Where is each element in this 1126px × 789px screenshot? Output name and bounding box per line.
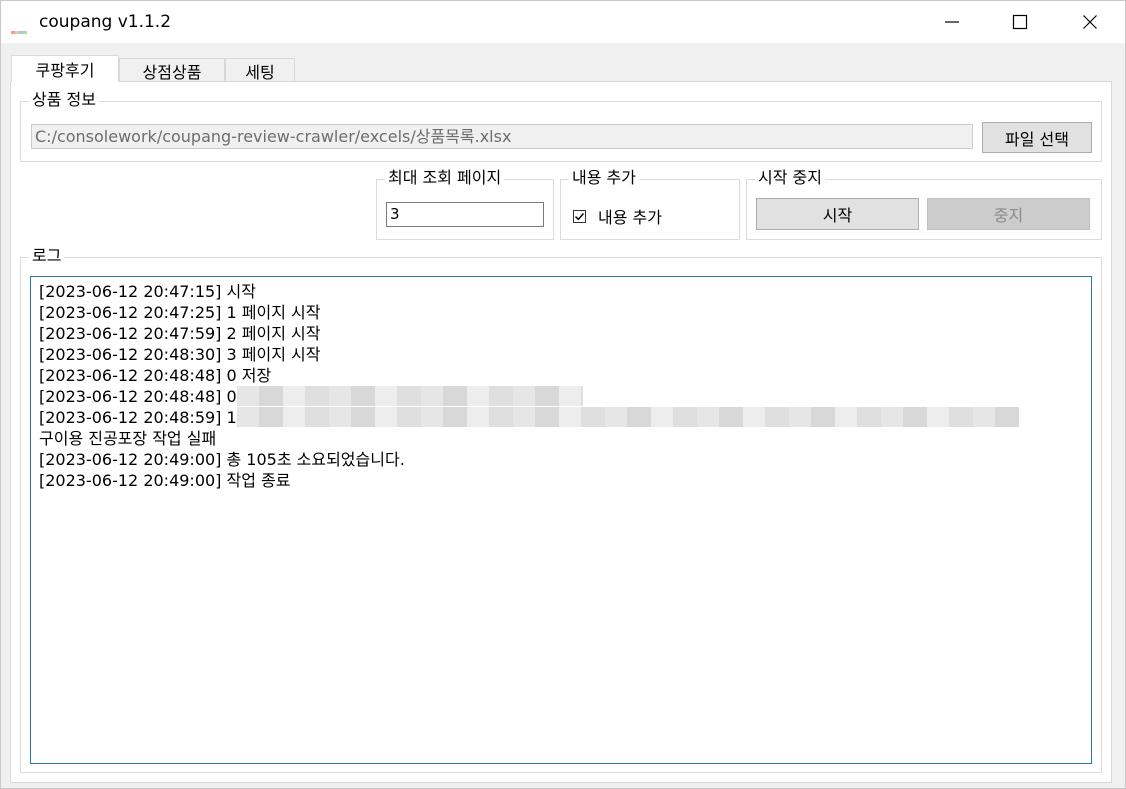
maximize-button[interactable] [997,1,1043,43]
file-select-button[interactable]: 파일 선택 [982,122,1092,153]
app-window: coupang v1.1.2 쿠팡후기 상점상품 세팅 상품 정보 C:/con… [0,0,1126,789]
minimize-button[interactable] [929,1,975,43]
start-stop-legend: 시작 중지 [755,168,825,188]
close-button[interactable] [1067,1,1113,43]
maximize-icon [1012,14,1028,30]
log-line: [2023-06-12 20:47:59] 2 페이지 시작 [39,324,321,343]
log-line: [2023-06-12 20:47:15] 시작 [39,282,256,301]
add-content-checkbox-label: 내용 추가 [598,208,662,227]
redacted-blur [236,386,583,406]
log-line-redacted: [2023-06-12 20:48:48] 0 [39,386,1091,407]
log-line-text: [2023-06-12 20:48:48] 0 [39,387,237,406]
close-icon [1083,15,1097,29]
max-pages-input[interactable]: 3 [386,202,544,227]
log-line-redacted: [2023-06-12 20:48:59] 1 [39,407,1091,428]
stop-button[interactable]: 중지 [927,198,1090,230]
tab-panel: 상품 정보 C:/consolework/coupang-review-craw… [10,81,1112,783]
max-pages-legend: 최대 조회 페이지 [385,168,505,188]
log-line: [2023-06-12 20:49:00] 작업 종료 [39,471,291,490]
product-info-legend: 상품 정보 [29,90,99,110]
log-legend: 로그 [29,246,65,266]
log-line: [2023-06-12 20:48:48] 0 저장 [39,366,272,385]
max-pages-group: 최대 조회 페이지 3 [376,168,554,240]
checkmark-icon [575,212,585,220]
log-line: [2023-06-12 20:47:25] 1 페이지 시작 [39,303,321,322]
log-line: 구이용 진공포장 작업 실패 [39,429,217,448]
log-line: [2023-06-12 20:48:30] 3 페이지 시작 [39,345,321,364]
start-button[interactable]: 시작 [756,198,919,230]
tab-settings[interactable]: 세팅 [225,58,295,82]
add-content-group: 내용 추가 내용 추가 [560,168,740,240]
log-textarea[interactable]: [2023-06-12 20:47:15] 시작 [2023-06-12 20:… [30,276,1092,764]
app-icon [11,19,29,34]
add-content-legend: 내용 추가 [569,168,639,188]
add-content-checkbox[interactable] [573,209,586,223]
log-line-text: [2023-06-12 20:48:59] 1 [39,408,237,427]
product-info-group: 상품 정보 C:/consolework/coupang-review-craw… [20,90,1102,162]
tab-store-products[interactable]: 상점상품 [119,58,225,82]
log-line: [2023-06-12 20:49:00] 총 105초 소요되었습니다. [39,450,405,469]
tab-coupang-review[interactable]: 쿠팡후기 [11,55,119,82]
start-stop-group: 시작 중지 시작 중지 [746,168,1102,240]
title-bar[interactable]: coupang v1.1.2 [1,1,1125,43]
redacted-blur [236,407,1019,427]
add-content-checkbox-row[interactable]: 내용 추가 [573,204,662,228]
log-group: 로그 [2023-06-12 20:47:15] 시작 [2023-06-12 … [20,246,1102,773]
minimize-icon [945,21,959,23]
window-title: coupang v1.1.2 [39,12,172,32]
file-path-field[interactable]: C:/consolework/coupang-review-crawler/ex… [31,124,973,149]
